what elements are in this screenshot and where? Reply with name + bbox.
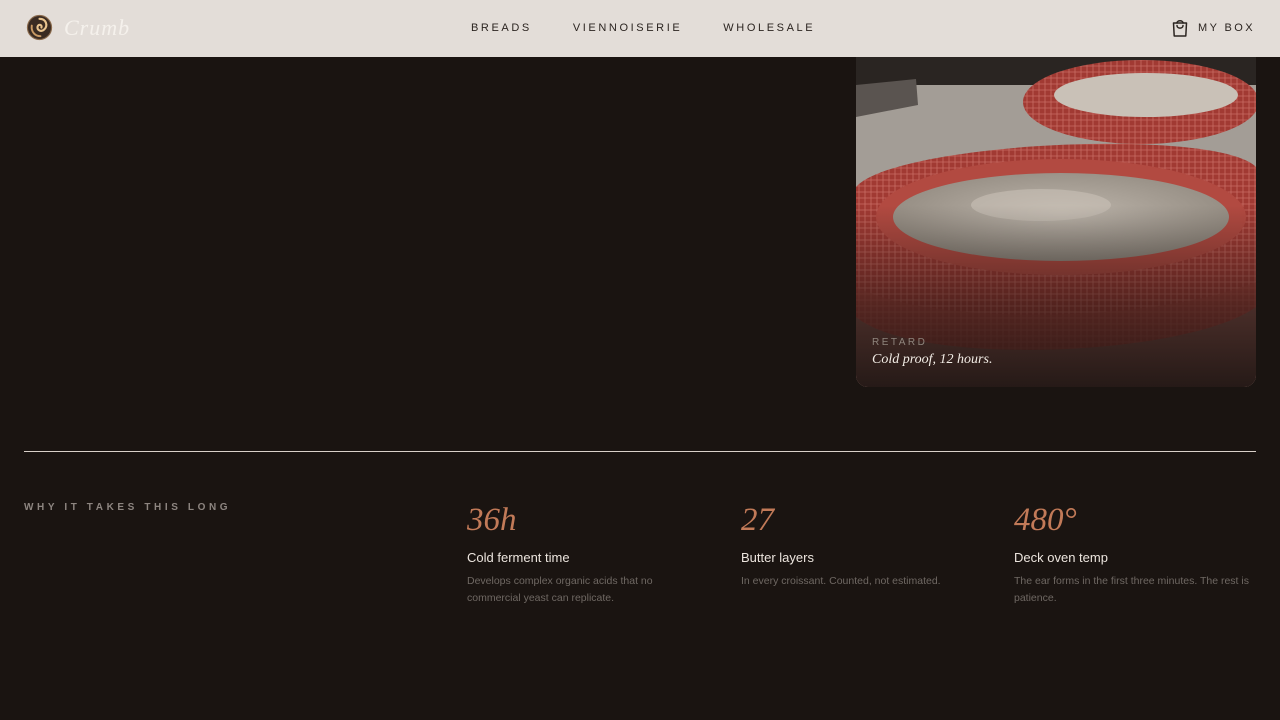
nav-link-breads[interactable]: BREADS (471, 22, 532, 34)
proofing-basket-photo: RETARD Cold proof, 12 hours. (856, 57, 1256, 387)
nav-link-wholesale[interactable]: WHOLESALE (723, 22, 815, 34)
stat-description: The ear forms in the first three minutes… (1014, 575, 1249, 604)
stat-label: Deck oven temp (1014, 550, 1108, 565)
stat-description: Develops complex organic acids that no c… (467, 575, 653, 604)
brand-home-link[interactable]: Crumb (26, 14, 130, 41)
stat-oven-temp: 480° Deck oven temp The ear forms in the… (1014, 500, 1256, 607)
my-box-label: MY BOX (1198, 22, 1255, 34)
stat-value: 480° (1014, 502, 1077, 538)
brand-name: Crumb (64, 14, 131, 40)
nav-link-viennoiserie[interactable]: VIENNOISERIE (573, 22, 682, 34)
stat-label: Cold ferment time (467, 550, 570, 565)
my-box-button[interactable]: MY BOX (1171, 18, 1255, 38)
main-nav: BREADS VIENNOISERIE WHOLESALE (471, 22, 815, 34)
top-navbar: Crumb BREADS VIENNOISERIE WHOLESALE MY B… (0, 0, 1280, 57)
photo-tag: RETARD (872, 337, 928, 348)
section-divider (24, 451, 1256, 452)
stat-description: In every croissant. Counted, not estimat… (741, 575, 941, 587)
photo-caption: Cold proof, 12 hours. (872, 352, 993, 367)
stat-value: 36h (467, 502, 517, 538)
stat-butter-layers: 27 Butter layers In every croissant. Cou… (741, 500, 983, 590)
shopping-bag-icon (1172, 20, 1188, 37)
stat-ferment-time: 36h Cold ferment time Develops complex o… (467, 500, 709, 607)
stat-value: 27 (741, 502, 774, 538)
swirl-logo-icon (26, 14, 53, 41)
section-eyebrow: WHY IT TAKES THIS LONG (24, 502, 232, 513)
stat-label: Butter layers (741, 550, 814, 565)
